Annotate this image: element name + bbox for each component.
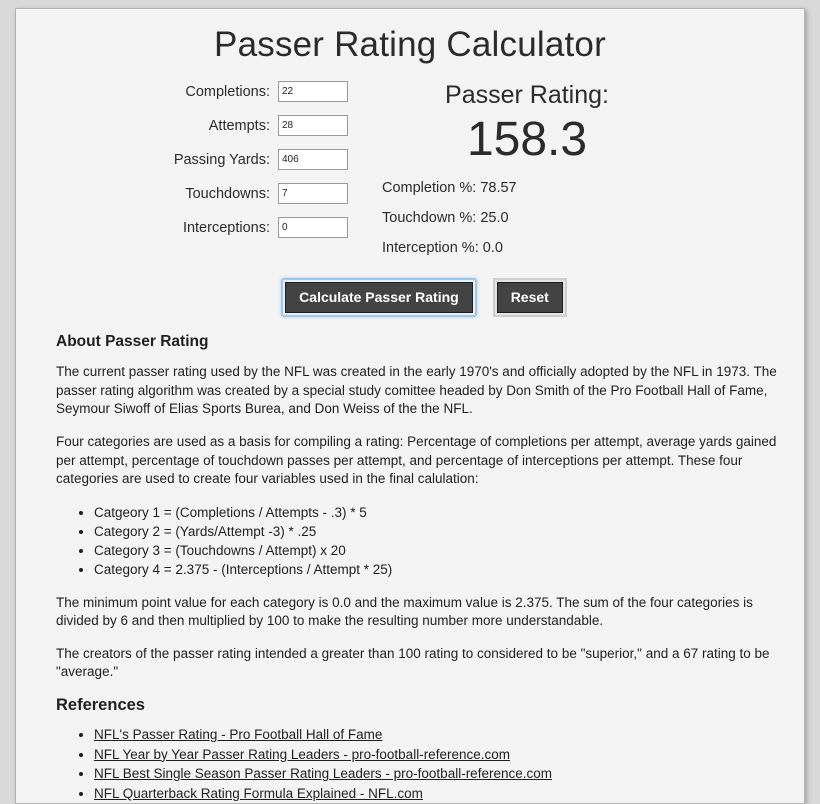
attempts-input[interactable] [278, 115, 348, 136]
label-completions: Completions: [185, 83, 270, 100]
list-item: NFL Quarterback Rating Formula Explained… [94, 784, 784, 804]
category-item: Catgeory 1 = (Completions / Attempts - .… [94, 503, 784, 522]
category-item: Category 3 = (Touchdowns / Attempt) x 20 [94, 541, 784, 560]
touchdown-percentage: Touchdown %: 25.0 [382, 209, 509, 226]
results-heading: Passer Rating: [445, 81, 609, 109]
completions-input[interactable] [278, 81, 348, 102]
references-list: NFL's Passer Rating - Pro Football Hall … [56, 725, 784, 803]
reset-button-frame: Reset [492, 277, 567, 318]
category-item: Category 2 = (Yards/Attempt -3) * .25 [94, 522, 784, 541]
reset-button[interactable]: Reset [496, 281, 563, 314]
interceptions-input[interactable] [278, 217, 348, 238]
reference-link[interactable]: NFL Quarterback Rating Formula Explained… [94, 786, 423, 801]
interception-percentage: Interception %: 0.0 [382, 239, 503, 256]
calculator-section: Completions: Attempts: Passing Yards: To… [16, 75, 804, 270]
field-row-passing-yards: Passing Yards: [16, 149, 356, 170]
touchdowns-input[interactable] [278, 183, 348, 204]
completion-percentage: Completion %: 78.57 [382, 179, 517, 196]
label-passing-yards: Passing Yards: [173, 151, 270, 168]
about-paragraph-2: Four categories are used as a basis for … [56, 434, 777, 487]
about-paragraph-1: The current passer rating used by the NF… [56, 364, 777, 417]
calculate-button-focus-ring: Calculate Passer Rating [281, 277, 477, 318]
page-container: Passer Rating Calculator Completions: At… [15, 8, 805, 804]
about-heading: About Passer Rating [56, 333, 209, 351]
about-paragraph-4: The creators of the passer rating intend… [56, 645, 770, 680]
reference-link[interactable]: NFL Year by Year Passer Rating Leaders -… [94, 747, 510, 762]
about-section: About Passer Rating The current passer r… [16, 333, 804, 803]
passer-rating-value: 158.3 [466, 113, 588, 166]
calculator-form: Completions: Attempts: Passing Yards: To… [16, 81, 356, 251]
passing-yards-input[interactable] [278, 149, 348, 170]
calculate-passer-rating-button[interactable]: Calculate Passer Rating [285, 281, 473, 314]
reference-link[interactable]: NFL's Passer Rating - Pro Football Hall … [94, 727, 382, 742]
category-item: Category 4 = 2.375 - (Interceptions / At… [94, 560, 784, 579]
list-item: NFL's Passer Rating - Pro Football Hall … [94, 725, 784, 745]
reference-link[interactable]: NFL Best Single Season Passer Rating Lea… [94, 766, 552, 781]
label-attempts: Attempts: [208, 117, 270, 134]
about-paragraph-3: The minimum point value for each categor… [56, 594, 753, 629]
list-item: NFL Best Single Season Passer Rating Lea… [94, 764, 784, 784]
list-item: NFL Year by Year Passer Rating Leaders -… [94, 745, 784, 765]
field-row-interceptions: Interceptions: [16, 217, 356, 238]
label-interceptions: Interceptions: [182, 219, 270, 236]
button-row: Calculate Passer Rating Reset [16, 270, 804, 333]
label-touchdowns: Touchdowns: [185, 185, 270, 202]
references-heading: References [56, 696, 145, 715]
field-row-attempts: Attempts: [16, 115, 356, 136]
page-title: Passer Rating Calculator [214, 25, 606, 64]
field-row-touchdowns: Touchdowns: [16, 183, 356, 204]
results-panel: Passer Rating: 158.3 Completion %: 78.57… [356, 81, 804, 270]
field-row-completions: Completions: [16, 81, 356, 102]
category-list: Catgeory 1 = (Completions / Attempts - .… [56, 503, 784, 580]
